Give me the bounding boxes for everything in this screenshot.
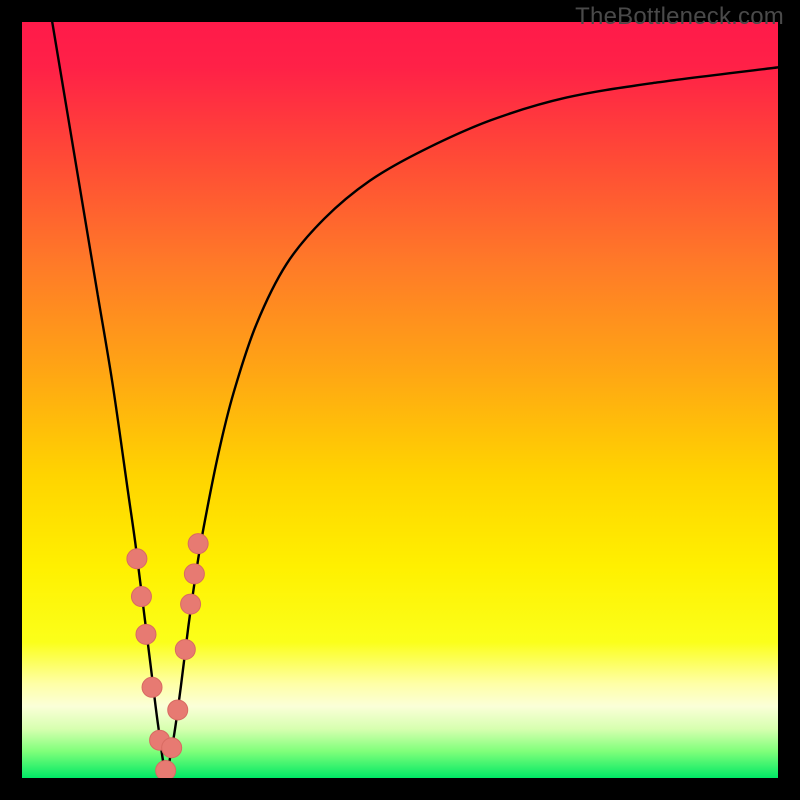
- watermark-text: TheBottleneck.com: [575, 3, 784, 31]
- highlight-dot: [168, 700, 188, 720]
- plot-area: [22, 22, 778, 778]
- highlight-dot: [188, 534, 208, 554]
- highlight-dot: [175, 639, 195, 659]
- chart-frame: TheBottleneck.com: [0, 0, 800, 800]
- highlight-dot: [127, 549, 147, 569]
- highlight-dot: [156, 760, 176, 778]
- highlight-dot: [131, 587, 151, 607]
- highlight-dot: [136, 624, 156, 644]
- highlight-dot: [142, 677, 162, 697]
- highlight-dot: [181, 594, 201, 614]
- bottleneck-curve: [52, 22, 778, 771]
- curve-layer: [22, 22, 778, 778]
- highlight-dot: [184, 564, 204, 584]
- highlight-dot: [162, 738, 182, 758]
